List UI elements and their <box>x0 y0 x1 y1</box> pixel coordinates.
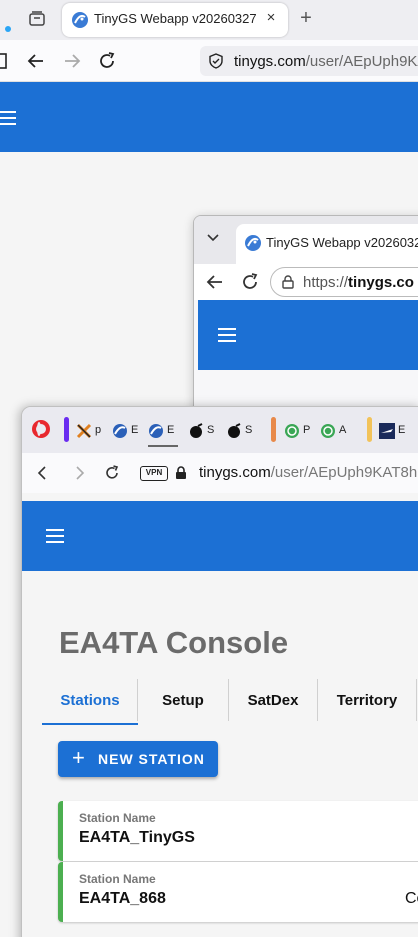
plus-icon: + <box>72 745 86 770</box>
notification-dot <box>5 26 11 32</box>
vpn-badge[interactable]: VPN <box>140 466 168 481</box>
lock-icon[interactable] <box>175 466 187 480</box>
tab-divider <box>416 679 417 721</box>
tab-title: TinyGS Webapp v20260327 <box>94 11 257 26</box>
address-bar[interactable]: https://tinygs.co <box>270 267 418 297</box>
station-card[interactable]: Station Name EA4TA_TinyGS <box>58 801 418 861</box>
tab-satdex[interactable]: SatDex <box>229 677 317 725</box>
station-name-label: Station Name <box>79 811 156 825</box>
address-bar[interactable]: tinygs.com/user/AEpUph9KA <box>200 46 418 76</box>
opera-logo-icon[interactable] <box>32 420 50 438</box>
close-icon[interactable]: × <box>262 9 280 27</box>
station-card[interactable]: Station Name EA4TA_868 Co <box>58 862 418 922</box>
mini-tab[interactable]: p <box>76 417 108 445</box>
url-path: /user/AEpUph9KA <box>305 53 418 70</box>
reload-icon[interactable] <box>101 462 123 484</box>
mini-tab-label: S <box>207 424 215 436</box>
tab-setup[interactable]: Setup <box>138 677 228 725</box>
satellite-dish-icon <box>149 424 163 438</box>
url-prefix: https:// <box>303 274 349 291</box>
lock-icon <box>282 275 294 289</box>
reload-icon[interactable] <box>96 50 118 72</box>
mini-tab-label: E <box>167 424 175 436</box>
navigation-bar: tinygs.com/user/AEpUph9KA <box>0 40 418 82</box>
page-title: EA4TA Console <box>59 625 289 660</box>
station-name-value: EA4TA_TinyGS <box>79 829 195 846</box>
mini-tab-label: E <box>398 424 406 436</box>
tab-title: TinyGS Webapp v2026032 <box>266 235 418 250</box>
mini-tab-label: p <box>95 424 102 436</box>
url-host: tinygs.com <box>234 53 306 70</box>
plane-icon <box>379 423 395 439</box>
back-arrow-icon[interactable] <box>32 462 54 484</box>
mini-tab-active[interactable]: E <box>148 417 180 447</box>
browser-window-front: p E E S S P A E VPN tinygs.com/user/AEpU… <box>21 406 418 937</box>
url-text: tinygs.com/user/AEpUph9KA <box>234 53 418 70</box>
station-extra: Co <box>405 890 418 907</box>
tab-bar: TinyGS Webapp v20260327 × + <box>0 0 418 40</box>
black-bird-icon <box>190 423 203 438</box>
mini-tab[interactable]: A <box>320 417 352 445</box>
chevron-down-icon[interactable] <box>206 230 220 244</box>
app-bar <box>198 300 418 370</box>
satellite-dish-icon <box>113 424 127 438</box>
x-logo-icon <box>76 423 92 439</box>
mini-tab-label: P <box>303 424 311 436</box>
browser-tab[interactable]: TinyGS Webapp v20260327 × <box>62 3 288 37</box>
tab-overview-icon[interactable] <box>28 10 46 28</box>
black-bird-icon <box>228 423 241 438</box>
navigation-bar: https://tinygs.co <box>194 264 418 300</box>
tab-group-indicator[interactable] <box>271 417 276 442</box>
forward-arrow-icon[interactable] <box>68 462 90 484</box>
mini-tab[interactable]: S <box>226 417 258 445</box>
mini-tab-label: S <box>245 424 253 436</box>
app-bar <box>22 501 418 571</box>
green-target-icon <box>285 424 299 438</box>
menu-icon[interactable] <box>0 111 16 125</box>
url-host: tinygs.com <box>199 464 271 481</box>
station-name-label: Station Name <box>79 872 156 886</box>
menu-icon[interactable] <box>46 529 64 543</box>
new-station-label: NEW STATION <box>98 751 205 767</box>
station-name-value: EA4TA_868 <box>79 890 166 907</box>
url-text: https://tinygs.co <box>303 274 414 291</box>
new-tab-icon[interactable]: + <box>296 8 316 28</box>
navigation-bar: VPN tinygs.com/user/AEpUph9KAT8hI <box>22 453 418 493</box>
mini-tab[interactable]: S <box>188 417 220 445</box>
mini-tab[interactable]: P <box>284 417 316 445</box>
shield-icon <box>209 53 223 69</box>
address-bar[interactable]: tinygs.com/user/AEpUph9KAT8hI <box>199 464 418 481</box>
tab-group-indicator[interactable] <box>367 417 372 442</box>
mini-tab-label: E <box>131 424 139 436</box>
browser-tab[interactable]: TinyGS Webapp v2026032 <box>236 224 418 264</box>
satellite-dish-icon <box>245 235 261 251</box>
forward-arrow-icon[interactable] <box>61 50 83 72</box>
url-host: tinygs.co <box>348 274 414 291</box>
reload-icon[interactable] <box>239 271 261 293</box>
mini-tab-label: A <box>339 424 347 436</box>
back-arrow-icon[interactable] <box>204 271 226 293</box>
console-tabs: Stations Setup SatDex Territory <box>42 677 418 727</box>
sidebar-icon[interactable] <box>0 50 14 72</box>
tab-stations[interactable]: Stations <box>42 677 138 725</box>
mini-tab[interactable]: E <box>112 417 144 445</box>
tab-group-indicator[interactable] <box>64 417 69 442</box>
console-page: EA4TA Console Stations Setup SatDex Terr… <box>22 571 418 937</box>
back-arrow-icon[interactable] <box>25 50 47 72</box>
mini-tab[interactable]: E <box>379 417 411 445</box>
menu-icon[interactable] <box>218 328 236 342</box>
green-target-icon <box>321 424 335 438</box>
satellite-dish-icon <box>72 12 88 28</box>
new-station-button[interactable]: + NEW STATION <box>58 741 218 777</box>
tab-bar: TinyGS Webapp v2026032 <box>194 216 418 264</box>
app-bar <box>0 82 418 152</box>
url-path: /user/AEpUph9KAT8hI <box>270 464 418 481</box>
tab-territory[interactable]: Territory <box>318 677 416 725</box>
tab-bar: p E E S S P A E <box>22 407 418 453</box>
